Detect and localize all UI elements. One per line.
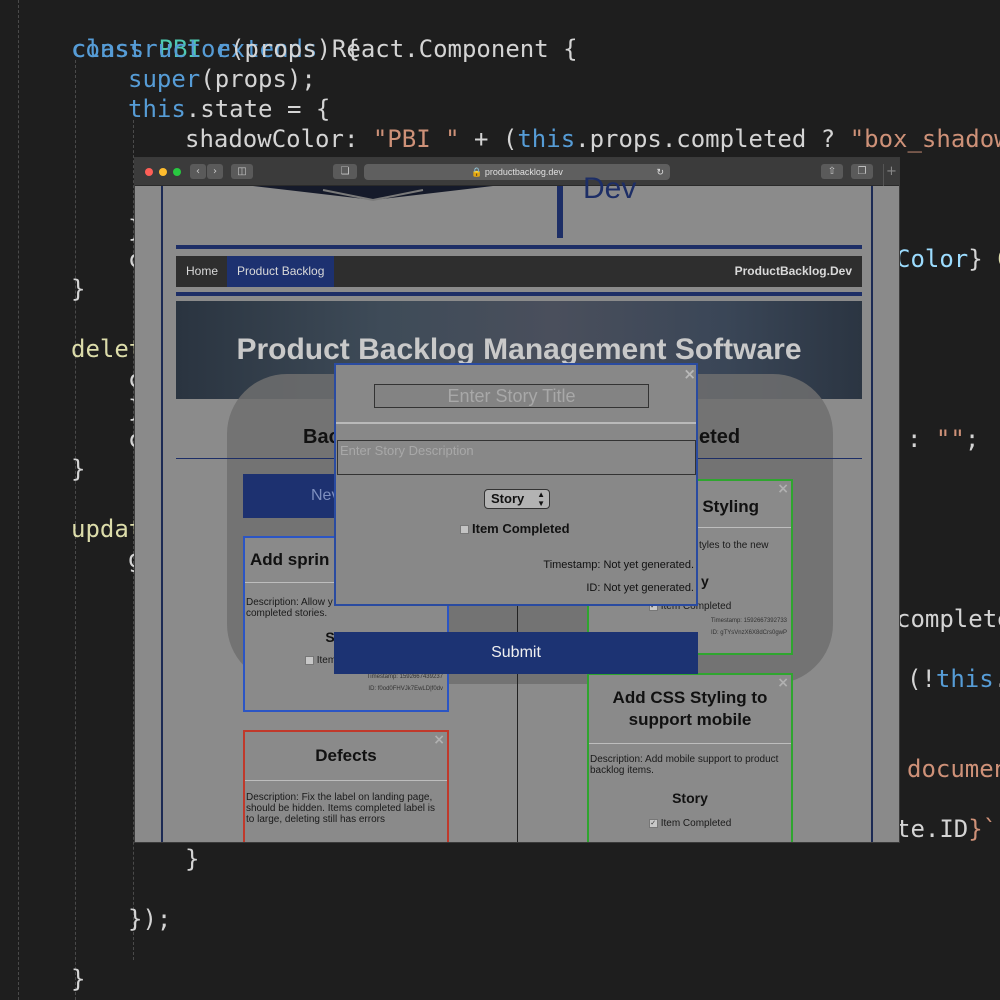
code-line: class PBI extends React.Component { — [71, 35, 578, 63]
share-icon[interactable]: ⇧ — [821, 164, 843, 179]
indent-guide — [18, 0, 19, 1000]
checkbox-checked[interactable]: ✓ — [648, 818, 658, 828]
story-type-select[interactable]: Story ▲ ▼ — [484, 489, 550, 509]
code-line: this.state = { — [128, 95, 331, 123]
story-description-textarea[interactable]: Enter Story Description — [337, 440, 696, 475]
tab-overview-icon[interactable]: ❏ — [333, 164, 357, 179]
minimize-window-button[interactable] — [159, 168, 167, 176]
backlog-card[interactable]: × Defects Description: Fix the label on … — [243, 730, 449, 842]
code-line: : ""; — [907, 425, 980, 453]
header-rule — [176, 245, 862, 249]
modal-timestamp: Timestamp: Not yet generated. — [543, 559, 694, 571]
code-line: (!this. — [907, 665, 1000, 693]
code-line: } — [185, 845, 200, 873]
new-story-modal: × Enter Story Title Enter Story Descript… — [334, 363, 698, 606]
select-arrows-icon: ▲ ▼ — [537, 490, 545, 508]
modal-divider — [336, 422, 696, 424]
card-title: Add CSS Styling to support mobile — [612, 688, 768, 729]
card-title: Defects — [315, 746, 377, 765]
nav-product-backlog[interactable]: Product Backlog — [227, 256, 335, 287]
hero-title: Product Backlog Management Software — [236, 333, 802, 366]
nav-brand[interactable]: ProductBacklog.Dev — [725, 256, 862, 287]
logo-chevron-icon — [253, 186, 493, 202]
close-icon[interactable]: × — [433, 732, 445, 748]
close-icon[interactable]: × — [777, 481, 789, 497]
code-line: documen — [907, 755, 1000, 783]
code-line: updat — [71, 515, 144, 543]
code-line: }); — [128, 905, 172, 933]
maximize-window-button[interactable] — [173, 168, 181, 176]
browser-titlebar[interactable]: ‹ › ◫ ❏ 🔒 productbacklog.dev ↻ ⇧ ❐ + — [135, 158, 899, 186]
close-icon[interactable]: × — [683, 365, 696, 383]
submit-button[interactable]: Submit — [334, 632, 698, 674]
card-completed: ✓ Item Completed — [648, 818, 732, 829]
url-text: productbacklog.dev — [484, 167, 563, 177]
story-title-input[interactable]: Enter Story Title — [374, 384, 649, 408]
card-timestamp: Timestamp: 1592667392733 — [710, 618, 787, 624]
code-line: } — [71, 965, 86, 993]
card-description: Description: Fix the label on landing pa… — [246, 792, 436, 825]
code-line: shadowColor: "PBI " + (this.props.comple… — [185, 125, 1000, 153]
browser-window[interactable]: ‹ › ◫ ❏ 🔒 productbacklog.dev ↻ ⇧ ❐ + Dev… — [135, 158, 899, 842]
new-tab-button[interactable]: + — [883, 164, 899, 186]
item-completed-checkbox[interactable] — [460, 525, 469, 535]
navbar: Home Product Backlog ProductBacklog.Dev — [176, 256, 862, 287]
card-description: Description: Add mobile support to produ… — [590, 754, 779, 776]
sidebar-toggle-icon[interactable]: ◫ — [231, 164, 253, 179]
close-icon[interactable]: × — [777, 675, 789, 691]
modal-id: ID: Not yet generated. — [586, 582, 694, 594]
story-type-value: Story — [491, 491, 525, 506]
lock-icon: 🔒 — [471, 167, 483, 177]
code-line: } — [71, 275, 86, 303]
completed-card[interactable]: × Add CSS Styling to support mobile Desc… — [587, 673, 793, 842]
close-window-button[interactable] — [145, 168, 153, 176]
code-line: constructor(props) { — [71, 35, 360, 63]
header-rule — [176, 292, 862, 296]
card-type: Story — [672, 790, 708, 806]
forward-button[interactable]: › — [207, 164, 223, 179]
card-id: ID: f0od0FHVJk7EwLD|f0dv — [368, 686, 443, 692]
checkbox[interactable] — [304, 655, 314, 665]
reload-icon[interactable]: ↻ — [656, 164, 664, 180]
logo-divider — [557, 186, 563, 238]
code-line: } — [71, 455, 86, 483]
code-line: Color} C — [896, 245, 1000, 273]
web-page: Dev Home Product Backlog ProductBacklog.… — [135, 172, 899, 842]
card-timestamp: Timestamp: 1592667439237 — [366, 674, 443, 680]
logo-text: Dev — [583, 172, 637, 205]
code-line: te.ID}`) — [896, 815, 1000, 843]
nav-home[interactable]: Home — [176, 256, 228, 287]
code-line: delet — [71, 335, 144, 363]
tabs-icon[interactable]: ❐ — [851, 164, 873, 179]
item-completed-row: Item Completed — [460, 521, 570, 536]
item-completed-label: Item Completed — [472, 521, 570, 536]
column-heading-completed: eted — [699, 426, 741, 448]
code-line: super(props); — [128, 65, 316, 93]
code-line: complete — [896, 605, 1000, 633]
back-button[interactable]: ‹ — [190, 164, 206, 179]
